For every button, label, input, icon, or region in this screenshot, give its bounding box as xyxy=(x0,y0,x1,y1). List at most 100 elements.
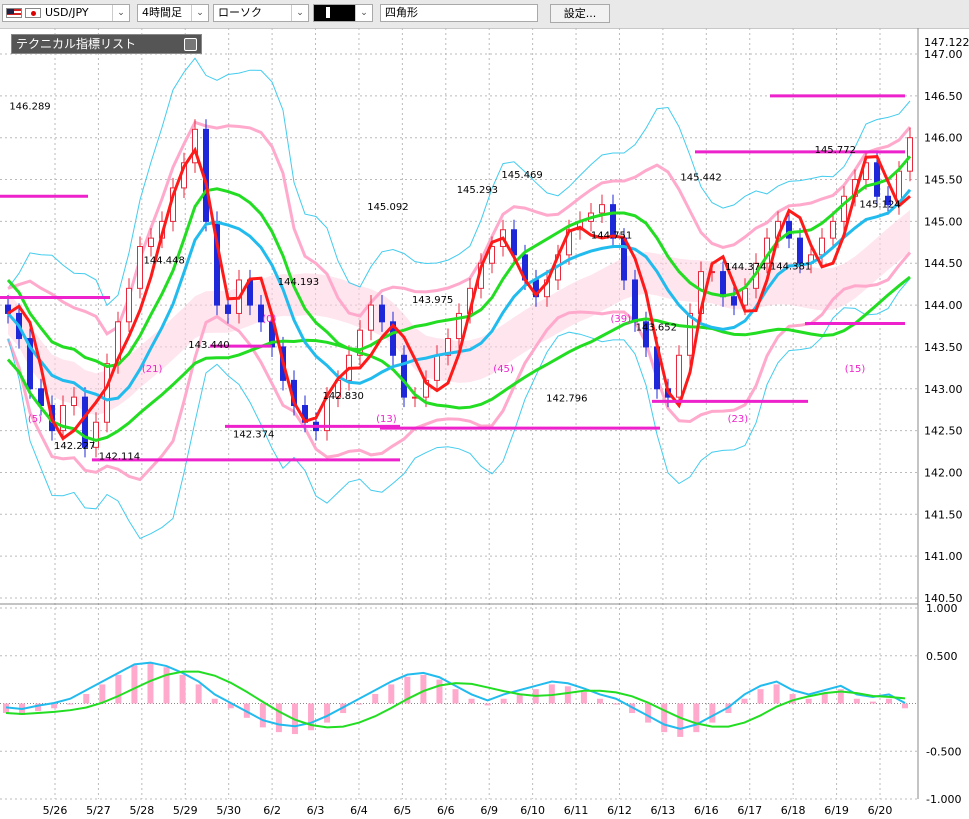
osc-bar xyxy=(677,703,684,737)
osc-bar xyxy=(902,703,908,709)
osc-tick-label: 0.500 xyxy=(926,650,958,663)
price-label: 143.440 xyxy=(188,340,229,351)
x-tick-label: 5/29 xyxy=(173,804,198,817)
osc-bar xyxy=(757,689,764,704)
x-tick-label: 6/13 xyxy=(651,804,676,817)
chart-area[interactable]: 5/26 5/27 5/28 5/29 5/30 6/2 6/3 6/4 6/5 6/6 6/9 6/… xyxy=(0,28,969,819)
osc-bar xyxy=(484,703,491,706)
osc-bar xyxy=(741,698,748,704)
x-tick-label: 6/18 xyxy=(781,804,806,817)
symbol-label: USD/JPY xyxy=(45,6,89,19)
price-label: 146.289 xyxy=(9,101,50,112)
candle-body xyxy=(841,195,847,222)
x-tick-label: 5/30 xyxy=(216,804,241,817)
count-label: (45) xyxy=(493,364,514,375)
osc-bar xyxy=(324,703,331,723)
price-label: 145.772 xyxy=(815,145,856,156)
candle-body xyxy=(82,396,88,448)
y-tick-label: 144.00 xyxy=(924,299,963,312)
drawing-tool-select[interactable]: ⌄ xyxy=(313,4,373,22)
x-tick-label: 6/6 xyxy=(437,804,455,817)
osc-bar xyxy=(613,703,620,705)
toolbar: USD/JPY ⌄ 4時間足 ⌄ ローソク ⌄ ⌄ 四角形 設定... xyxy=(0,0,969,29)
price-label: 142.830 xyxy=(322,391,363,402)
x-tick-label: 6/11 xyxy=(564,804,589,817)
price-label: 142.114 xyxy=(99,451,140,462)
osc-bar xyxy=(805,698,812,704)
chevron-down-icon[interactable]: ⌄ xyxy=(191,5,208,21)
osc-bar xyxy=(259,703,266,728)
osc-bar xyxy=(211,698,218,704)
count-label: (5) xyxy=(28,414,42,425)
x-tick-label: 6/19 xyxy=(824,804,849,817)
x-tick-label: 6/10 xyxy=(520,804,545,817)
chevron-down-icon[interactable]: ⌄ xyxy=(355,5,372,21)
y-tick-label: 144.50 xyxy=(924,257,963,270)
x-tick-label: 5/27 xyxy=(86,804,111,817)
candle-body xyxy=(830,220,836,239)
indicator-list-panel[interactable]: テクニカル指標リスト xyxy=(11,34,202,54)
price-label: 144.193 xyxy=(278,277,319,288)
y-tick-label: 145.00 xyxy=(924,215,963,228)
chart-type-select[interactable]: ローソク ⌄ xyxy=(213,4,309,22)
osc-bar xyxy=(452,689,459,704)
y-tick-label: 146.00 xyxy=(924,132,963,145)
candle-body xyxy=(368,304,374,331)
candle-body xyxy=(126,287,132,323)
y-tick-label: 143.50 xyxy=(924,341,963,354)
count-label: (13) xyxy=(376,414,397,425)
osc-bar xyxy=(179,674,186,704)
count-label: (21) xyxy=(142,364,163,375)
osc-bar xyxy=(580,692,587,704)
osc-bar xyxy=(163,667,170,704)
price-label: 142.796 xyxy=(546,394,587,405)
chevron-down-icon[interactable]: ⌄ xyxy=(291,5,308,21)
price-label: 145.469 xyxy=(501,170,542,181)
osc-bar xyxy=(356,703,363,705)
current-price-label: 147.122 xyxy=(924,36,969,49)
candle-body xyxy=(797,237,803,264)
x-tick-label: 6/12 xyxy=(607,804,632,817)
price-label: 145.092 xyxy=(367,202,408,213)
collapse-icon[interactable] xyxy=(184,38,197,51)
count-label: (15) xyxy=(845,364,866,375)
x-tick-label: 6/17 xyxy=(737,804,762,817)
chart-type-label: ローソク xyxy=(218,6,262,19)
candle-body xyxy=(907,137,913,172)
y-tick-label: 143.00 xyxy=(924,383,963,396)
x-tick-label: 6/20 xyxy=(868,804,893,817)
price-label: 143.975 xyxy=(412,295,453,306)
osc-bar xyxy=(693,703,700,733)
candle-body xyxy=(137,245,143,289)
osc-bar xyxy=(420,674,427,704)
osc-bar xyxy=(115,674,122,704)
timeframe-select[interactable]: 4時間足 ⌄ xyxy=(137,4,209,22)
candle-body xyxy=(599,204,605,214)
jp-flag-icon xyxy=(25,8,41,18)
timeframe-label: 4時間足 xyxy=(142,6,182,19)
osc-bar xyxy=(500,698,507,704)
candle-body xyxy=(379,304,385,323)
symbol-select[interactable]: USD/JPY ⌄ xyxy=(2,4,130,22)
osc-bar xyxy=(645,703,652,723)
chevron-down-icon[interactable]: ⌄ xyxy=(112,5,129,21)
pen-icon xyxy=(326,7,330,18)
osc-bar xyxy=(83,693,90,704)
osc-tick-label: 1.000 xyxy=(926,602,958,615)
osc-bar xyxy=(869,701,876,704)
shape-select[interactable]: 四角形 xyxy=(380,4,538,22)
x-tick-label: 5/28 xyxy=(129,804,154,817)
settings-button[interactable]: 設定... xyxy=(550,4,610,23)
candle-body xyxy=(720,271,726,298)
osc-bar xyxy=(147,663,154,704)
price-label: 144.751 xyxy=(591,230,632,241)
price-label: 144.374 xyxy=(725,262,766,273)
price-label: 142.374 xyxy=(233,429,274,440)
candle-body xyxy=(731,296,737,306)
osc-bar xyxy=(372,693,379,704)
count-label: (23) xyxy=(728,414,749,425)
candle-body xyxy=(676,354,682,398)
y-tick-label: 142.00 xyxy=(924,466,963,479)
candle-body xyxy=(225,304,231,314)
osc-bar xyxy=(853,698,860,704)
